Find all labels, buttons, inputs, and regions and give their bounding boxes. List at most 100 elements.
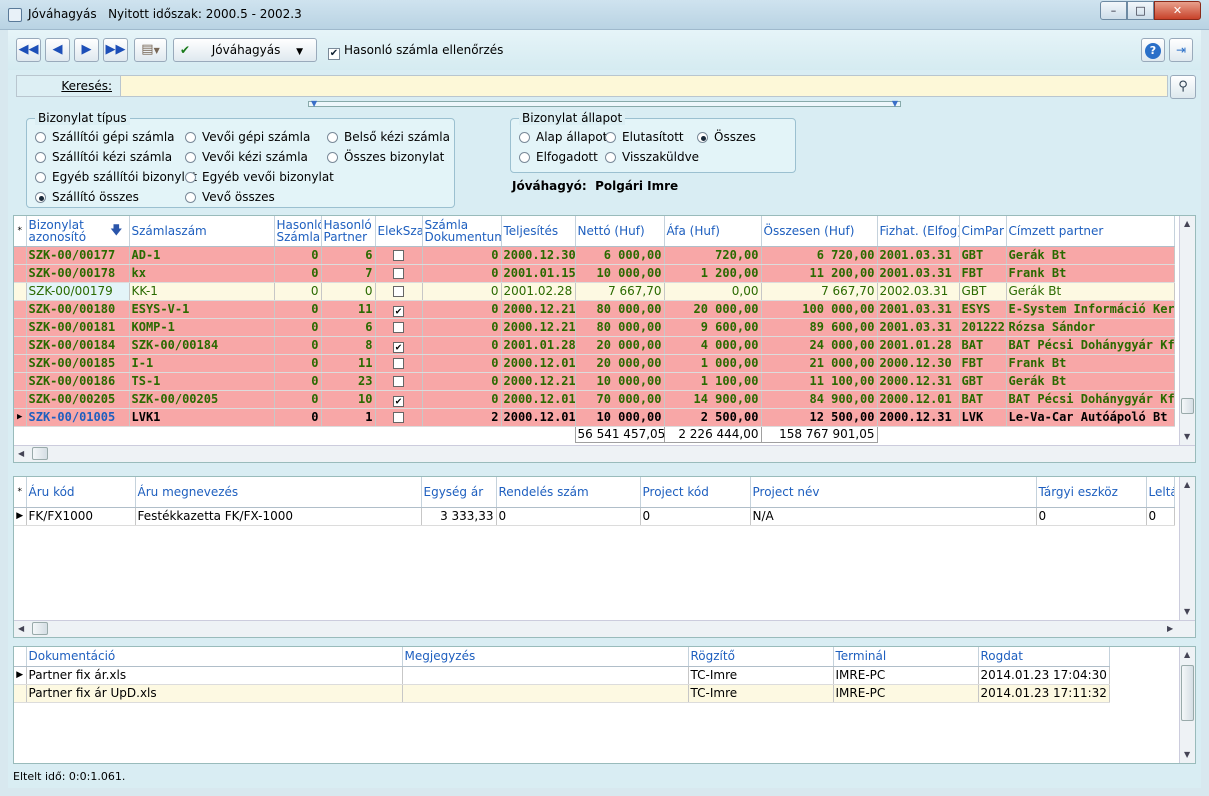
doc-type-option[interactable]: Vevői gépi számla: [185, 130, 310, 144]
table-row[interactable]: SZK-00/00181 KOMP-1 0 6 0 2000.12.21 80 000,00…: [14, 318, 1175, 337]
col-project-name[interactable]: Project név: [750, 477, 1037, 508]
electronic-checkbox[interactable]: ✔: [393, 306, 404, 317]
col-inventory[interactable]: Leltá: [1146, 477, 1175, 508]
col-similar-invoice[interactable]: Hasonló Számla: [274, 216, 322, 247]
similar-invoice-checkbox[interactable]: ✔: [328, 48, 340, 60]
col-order-number[interactable]: Rendelés szám: [496, 477, 641, 508]
col-unit-price[interactable]: Egység ár: [421, 477, 497, 508]
maximize-button[interactable]: □: [1127, 1, 1154, 20]
item-horizontal-scrollbar[interactable]: ◀ ▶: [14, 620, 1195, 637]
table-row[interactable]: SZK-00/00184 SZK-00/00184 0 8 ✔ 0 2001.01.28 20…: [14, 336, 1175, 355]
doc-type-option[interactable]: Vevői kézi számla: [185, 150, 308, 164]
doc-state-option[interactable]: Elutasított: [605, 130, 684, 144]
exit-button[interactable]: ⇥: [1169, 38, 1193, 62]
col-similar-partner[interactable]: Hasonló Partner: [321, 216, 376, 247]
search-input[interactable]: [122, 76, 1167, 96]
item-vertical-scrollbar[interactable]: ▲ ▼: [1179, 477, 1195, 620]
col-doc-id[interactable]: Bizonylat azonosító 🡇: [26, 216, 130, 247]
filter-panel-splitter[interactable]: ▼ ▼: [308, 99, 901, 108]
close-button[interactable]: ✕: [1154, 1, 1201, 20]
vat-cell: 14 900,00: [664, 390, 762, 409]
doc-state-option[interactable]: Alap állapot: [519, 130, 607, 144]
first-record-button[interactable]: ◀◀: [16, 38, 41, 62]
minimize-button[interactable]: –: [1100, 1, 1127, 20]
electronic-checkbox[interactable]: [393, 376, 404, 387]
invoice-vertical-scrollbar[interactable]: ▲ ▼: [1179, 216, 1195, 445]
table-row[interactable]: ▶ Partner fix ár.xls TC-Imre IMRE-PC 2014.01…: [14, 666, 1110, 685]
scroll-thumb[interactable]: [1181, 398, 1194, 414]
approver-name: Polgári Imre: [595, 179, 679, 193]
electronic-checkbox[interactable]: [393, 250, 404, 261]
col-fulfillment[interactable]: Teljesítés: [501, 216, 576, 247]
table-row[interactable]: SZK-00/00178 kx 0 7 0 2001.01.15 10 000,00 1 20…: [14, 264, 1175, 283]
col-item-code[interactable]: Áru kód: [26, 477, 136, 508]
similar-partner-cell: 1: [321, 408, 376, 427]
table-row[interactable]: SZK-00/00177 AD-1 0 6 0 2000.12.30 6 000,00 720…: [14, 246, 1175, 265]
electronic-checkbox[interactable]: [393, 268, 404, 279]
table-row[interactable]: SZK-00/00185 I-1 0 11 0 2000.12.01 20 000,00 1 …: [14, 354, 1175, 373]
electronic-checkbox[interactable]: [393, 286, 404, 297]
col-invoice-number[interactable]: Számlaszám: [129, 216, 275, 247]
table-row[interactable]: SZK-00/00179 KK-1 0 0 0 2001.02.28 7 667,70 0,0…: [14, 282, 1175, 301]
col-total[interactable]: Összesen (Huf): [761, 216, 878, 247]
prev-record-button[interactable]: ◀: [45, 38, 70, 62]
table-row[interactable]: SZK-00/00180 ESYS-V-1 0 11 ✔ 0 2000.12.21 80 00…: [14, 300, 1175, 319]
doc-state-option[interactable]: Visszaküldve: [605, 150, 699, 164]
doc-type-option[interactable]: Egyéb vevői bizonylat: [185, 170, 334, 184]
table-row[interactable]: Partner fix ár UpD.xls TC-Imre IMRE-PC 2014…: [14, 684, 1110, 703]
doc-state-option-selected[interactable]: Összes: [697, 130, 756, 144]
table-row[interactable]: ▶ SZK-00/01005 LVK1 0 1 2 2000.12.01 10 000,00 2…: [14, 408, 1175, 427]
prev-record-icon: ◀: [52, 42, 63, 57]
next-record-button[interactable]: ▶: [74, 38, 99, 62]
scroll-right-icon: ▶: [1167, 624, 1174, 633]
col-electronic[interactable]: ElekSzal: [375, 216, 423, 247]
help-button[interactable]: ?: [1141, 38, 1165, 62]
doc-type-option[interactable]: Összes bizonylat: [327, 150, 444, 164]
col-project-code[interactable]: Project kód: [640, 477, 751, 508]
print-button[interactable]: ▤▼: [134, 38, 167, 62]
col-invoice-document[interactable]: Számla Dokumentum: [422, 216, 502, 247]
radio-label: Egyéb vevői bizonylat: [202, 170, 334, 184]
col-payable[interactable]: Fizhat. (Elfog): [877, 216, 960, 247]
electronic-checkbox[interactable]: [393, 322, 404, 333]
similar-invoice-check[interactable]: ✔ Hasonló számla ellenőrzés: [328, 43, 503, 60]
col-vat[interactable]: Áfa (Huf): [664, 216, 762, 247]
col-note[interactable]: Megjegyzés: [402, 647, 689, 667]
doc-type-option[interactable]: Szállítói gépi számla: [35, 130, 175, 144]
doc-type-option-selected[interactable]: Szállító összes: [35, 190, 139, 204]
col-record-date[interactable]: Rogdat: [978, 647, 1110, 667]
scroll-thumb[interactable]: [32, 622, 48, 635]
scroll-thumb[interactable]: [1181, 665, 1194, 721]
col-fixed-asset[interactable]: Tárgyi eszköz: [1036, 477, 1147, 508]
col-documentation[interactable]: Dokumentáció: [26, 647, 403, 667]
table-row[interactable]: ▶ FK/FX1000 Festékkazetta FK/FX-1000 3 333,…: [14, 507, 1175, 526]
electronic-checkbox[interactable]: ✔: [393, 342, 404, 353]
col-item-name[interactable]: Áru megnevezés: [135, 477, 422, 508]
col-cimpar[interactable]: CimPar: [959, 216, 1007, 247]
row-indicator: ▶: [14, 408, 27, 427]
doc-state-title: Bizonylat állapot: [519, 111, 626, 125]
documentation-vertical-scrollbar[interactable]: ▲ ▼: [1179, 647, 1195, 763]
electronic-checkbox[interactable]: [393, 412, 404, 423]
col-terminal[interactable]: Terminál: [833, 647, 979, 667]
electronic-checkbox[interactable]: [393, 358, 404, 369]
similar-partner-cell: 0: [321, 282, 376, 301]
col-net[interactable]: Nettó (Huf): [575, 216, 665, 247]
doc-type-option[interactable]: Egyéb szállítói bizonylat: [35, 170, 197, 184]
approve-button[interactable]: ✔ Jóváhagyás ▼: [173, 38, 317, 62]
scroll-thumb[interactable]: [32, 447, 48, 460]
col-recipient-partner[interactable]: Címzett partner: [1006, 216, 1175, 247]
totals-spacer: [959, 426, 1006, 442]
electronic-checkbox[interactable]: ✔: [393, 396, 404, 407]
doc-type-option[interactable]: Szállítói kézi számla: [35, 150, 172, 164]
search-button[interactable]: ⚲: [1170, 75, 1196, 99]
doc-state-option[interactable]: Elfogadott: [519, 150, 598, 164]
doc-type-option[interactable]: Vevő összes: [185, 190, 275, 204]
last-record-button[interactable]: ▶▶: [103, 38, 128, 62]
doc-type-option[interactable]: Belső kézi számla: [327, 130, 450, 144]
table-row[interactable]: SZK-00/00186 TS-1 0 23 0 2000.12.21 10 000,00 1…: [14, 372, 1175, 391]
table-row[interactable]: SZK-00/00205 SZK-00/00205 0 10 ✔ 0 2000.12.01 7…: [14, 390, 1175, 409]
invoice-number-cell: kx: [129, 264, 275, 283]
invoice-horizontal-scrollbar[interactable]: ◀: [14, 445, 1195, 462]
col-recorder[interactable]: Rögzítő: [688, 647, 834, 667]
